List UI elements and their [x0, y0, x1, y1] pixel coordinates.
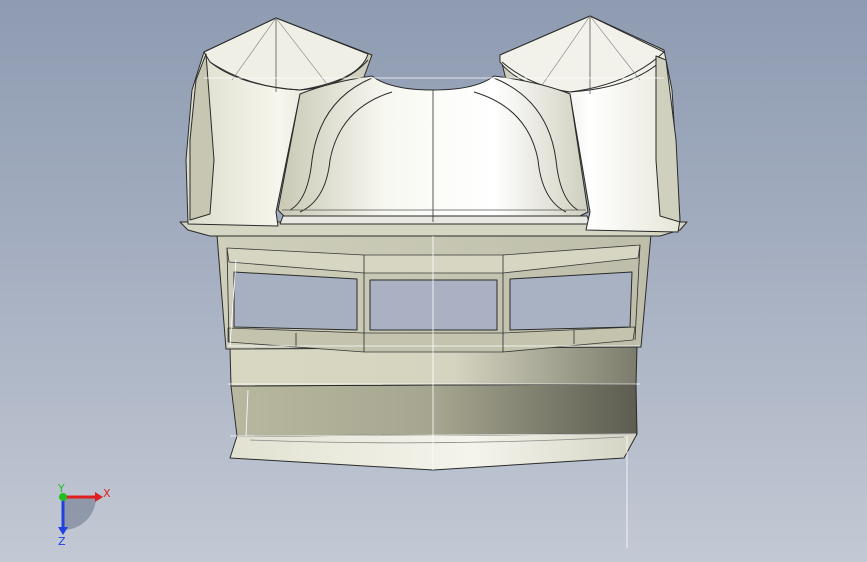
y-axis-label: Y [57, 482, 65, 495]
x-axis-label: X [103, 487, 111, 500]
triad-quarter-sphere [63, 497, 96, 530]
z-axis-arrowhead [58, 527, 68, 535]
right-pod-side-panel [655, 55, 681, 223]
window-opening-center [369, 279, 498, 331]
cad-viewport[interactable]: X Y Z [0, 0, 867, 562]
cad-model[interactable] [179, 15, 688, 548]
lower-band-bottom[interactable] [230, 383, 638, 437]
window-opening-right [509, 271, 633, 331]
x-axis-arrowhead [95, 492, 103, 502]
z-axis-label: Z [58, 535, 66, 548]
window-opening-left [233, 271, 358, 331]
deck-gap [279, 215, 591, 225]
orientation-triad[interactable]: X Y Z [57, 482, 111, 548]
